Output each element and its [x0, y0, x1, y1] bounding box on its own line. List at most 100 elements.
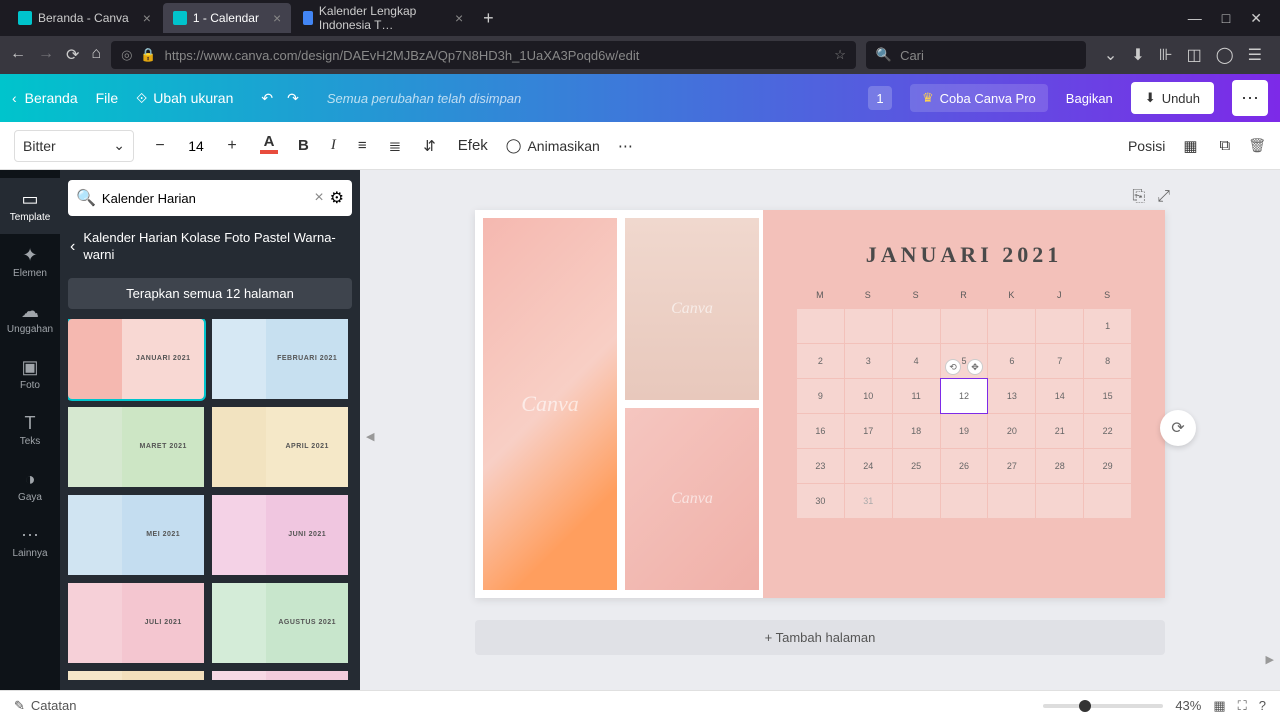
transparency-button[interactable]: ▦	[1179, 133, 1201, 159]
template-thumb[interactable]: JANUARI 2021	[68, 319, 204, 399]
calendar-cell[interactable]: 31	[845, 484, 892, 518]
calendar-cell[interactable]: 24	[845, 449, 892, 483]
nav-unggahan[interactable]: ☁Unggahan	[0, 290, 60, 346]
fullscreen-icon[interactable]: ⛶	[1238, 698, 1247, 714]
minimize-icon[interactable]: —	[1188, 10, 1202, 27]
template-thumb[interactable]: JULI 2021	[68, 583, 204, 663]
calendar-cell[interactable]	[1036, 484, 1083, 518]
duplicate-page-icon[interactable]: ⎘	[1132, 188, 1145, 206]
bold-button[interactable]: B	[294, 133, 313, 158]
nav-template[interactable]: ▭Template	[0, 178, 60, 234]
calendar-cell[interactable]: 26	[941, 449, 988, 483]
effects-button[interactable]: Efek	[454, 133, 492, 158]
star-icon[interactable]: ☆	[834, 47, 846, 63]
search-input[interactable]	[102, 191, 308, 206]
calendar-cell[interactable]: 2	[797, 344, 844, 378]
pocket-icon[interactable]: ⌄	[1104, 45, 1117, 65]
position-button[interactable]: Posisi	[1128, 138, 1165, 154]
template-thumb[interactable]: AGUSTUS 2021	[212, 583, 348, 663]
canvas-area[interactable]: ⎘ ⤢ Canva Canva Canva JANUARI 2021 MSSRK…	[360, 170, 1280, 690]
undo-icon[interactable]: ↶	[261, 90, 273, 107]
spacing-button[interactable]: ⇵	[419, 133, 440, 159]
nav-teks[interactable]: TTeks	[0, 402, 60, 458]
calendar-cell[interactable]: 17	[845, 414, 892, 448]
calendar-cell[interactable]: 1	[1084, 309, 1131, 343]
animate-button[interactable]: ◯ Animasikan	[506, 137, 600, 154]
calendar-cell[interactable]: 12⟲✥	[941, 379, 988, 413]
calendar-cell[interactable]: 13	[988, 379, 1035, 413]
url-bar[interactable]: ◎ 🔒 https://www.canva.com/design/DAEvH2M…	[111, 41, 856, 69]
photo-slot-1[interactable]: Canva	[483, 218, 617, 590]
close-icon[interactable]: ×	[455, 10, 463, 26]
account-icon[interactable]: ◯	[1216, 45, 1234, 65]
calendar-cell[interactable]: 29	[1084, 449, 1131, 483]
nav-foto[interactable]: ▣Foto	[0, 346, 60, 402]
pro-button[interactable]: ♛ Coba Canva Pro	[910, 84, 1048, 112]
calendar-cell[interactable]: 14	[1036, 379, 1083, 413]
browser-tab[interactable]: Beranda - Canva ×	[8, 3, 161, 33]
delete-button[interactable]: 🗑	[1248, 137, 1266, 154]
calendar-cell[interactable]: 15	[1084, 379, 1131, 413]
browser-search[interactable]: 🔍 Cari	[866, 41, 1086, 69]
calendar-cell[interactable]: 27	[988, 449, 1035, 483]
calendar-cell[interactable]	[1084, 484, 1131, 518]
more-button[interactable]: ⋯	[1232, 80, 1268, 116]
resize-button[interactable]: ⟐ Ubah ukuran	[136, 90, 233, 107]
font-select[interactable]: Bitter ⌄	[14, 130, 134, 162]
zoom-knob[interactable]	[1079, 700, 1091, 712]
close-icon[interactable]: ×	[273, 10, 281, 26]
share-button[interactable]: Bagikan	[1066, 91, 1113, 106]
calendar-cell[interactable]: 8	[1084, 344, 1131, 378]
template-thumb[interactable]: MEI 2021	[68, 495, 204, 575]
refresh-float-button[interactable]: ⟳	[1160, 410, 1196, 446]
calendar-cell[interactable]	[988, 484, 1035, 518]
calendar-cell[interactable]: 6	[988, 344, 1035, 378]
calendar-cell[interactable]	[1036, 309, 1083, 343]
menu-icon[interactable]: ☰	[1248, 45, 1262, 65]
home-button[interactable]: ‹ Beranda	[12, 90, 78, 106]
link-button[interactable]: ⧉	[1216, 133, 1235, 158]
calendar-cell[interactable]	[941, 484, 988, 518]
photo-slot-2[interactable]: Canva	[625, 218, 759, 400]
next-page-arrow[interactable]: ▶	[1266, 653, 1274, 666]
calendar-cell[interactable]: 11	[893, 379, 940, 413]
list-button[interactable]: ≣	[385, 133, 406, 159]
clear-search-icon[interactable]: ×	[314, 189, 323, 207]
nav-lainnya[interactable]: ⋯Lainnya	[0, 514, 60, 570]
calendar-cell[interactable]: 25	[893, 449, 940, 483]
calendar-cell[interactable]	[797, 309, 844, 343]
prev-page-arrow[interactable]: ◀	[366, 430, 374, 443]
calendar-cell[interactable]	[988, 309, 1035, 343]
calendar-cell[interactable]	[941, 309, 988, 343]
back-icon[interactable]: ‹	[70, 238, 75, 256]
calendar-cell[interactable]: 9	[797, 379, 844, 413]
calendar-cell[interactable]: 22	[1084, 414, 1131, 448]
photo-slot-3[interactable]: Canva	[625, 408, 759, 590]
calendar-title[interactable]: JANUARI 2021	[797, 242, 1131, 268]
library-icon[interactable]: ⊪	[1159, 45, 1173, 65]
decrease-size-button[interactable]: −	[148, 134, 172, 158]
calendar-cell[interactable]	[845, 309, 892, 343]
calendar-cell[interactable]: 18	[893, 414, 940, 448]
template-thumb[interactable]: OKTOBER 2021	[212, 671, 348, 680]
browser-tab[interactable]: 1 - Calendar ×	[163, 3, 291, 33]
nav-elemen[interactable]: ✦Elemen	[0, 234, 60, 290]
template-thumb[interactable]: MARET 2021	[68, 407, 204, 487]
back-icon[interactable]: ←	[10, 45, 26, 65]
maximize-icon[interactable]: □	[1222, 10, 1230, 27]
grid-view-icon[interactable]: ▦	[1213, 698, 1225, 714]
calendar-cell[interactable]: 16	[797, 414, 844, 448]
more-text-options[interactable]: ⋯	[614, 133, 637, 159]
font-size-input[interactable]	[178, 138, 214, 154]
page-number[interactable]: 1	[868, 86, 892, 110]
reload-icon[interactable]: ⟳	[66, 45, 79, 65]
browser-tab[interactable]: Kalender Lengkap Indonesia T… ×	[293, 3, 473, 33]
file-menu[interactable]: File	[96, 90, 119, 106]
text-color-button[interactable]: A	[258, 133, 280, 159]
design-page[interactable]: Canva Canva Canva JANUARI 2021 MSSRKJS12…	[475, 210, 1165, 598]
close-icon[interactable]: ×	[143, 10, 151, 26]
notes-button[interactable]: ✎ Catatan	[14, 698, 76, 714]
calendar-cell[interactable]: 7	[1036, 344, 1083, 378]
move-icon[interactable]: ✥	[967, 359, 983, 375]
filter-icon[interactable]: ⚙	[330, 188, 344, 208]
